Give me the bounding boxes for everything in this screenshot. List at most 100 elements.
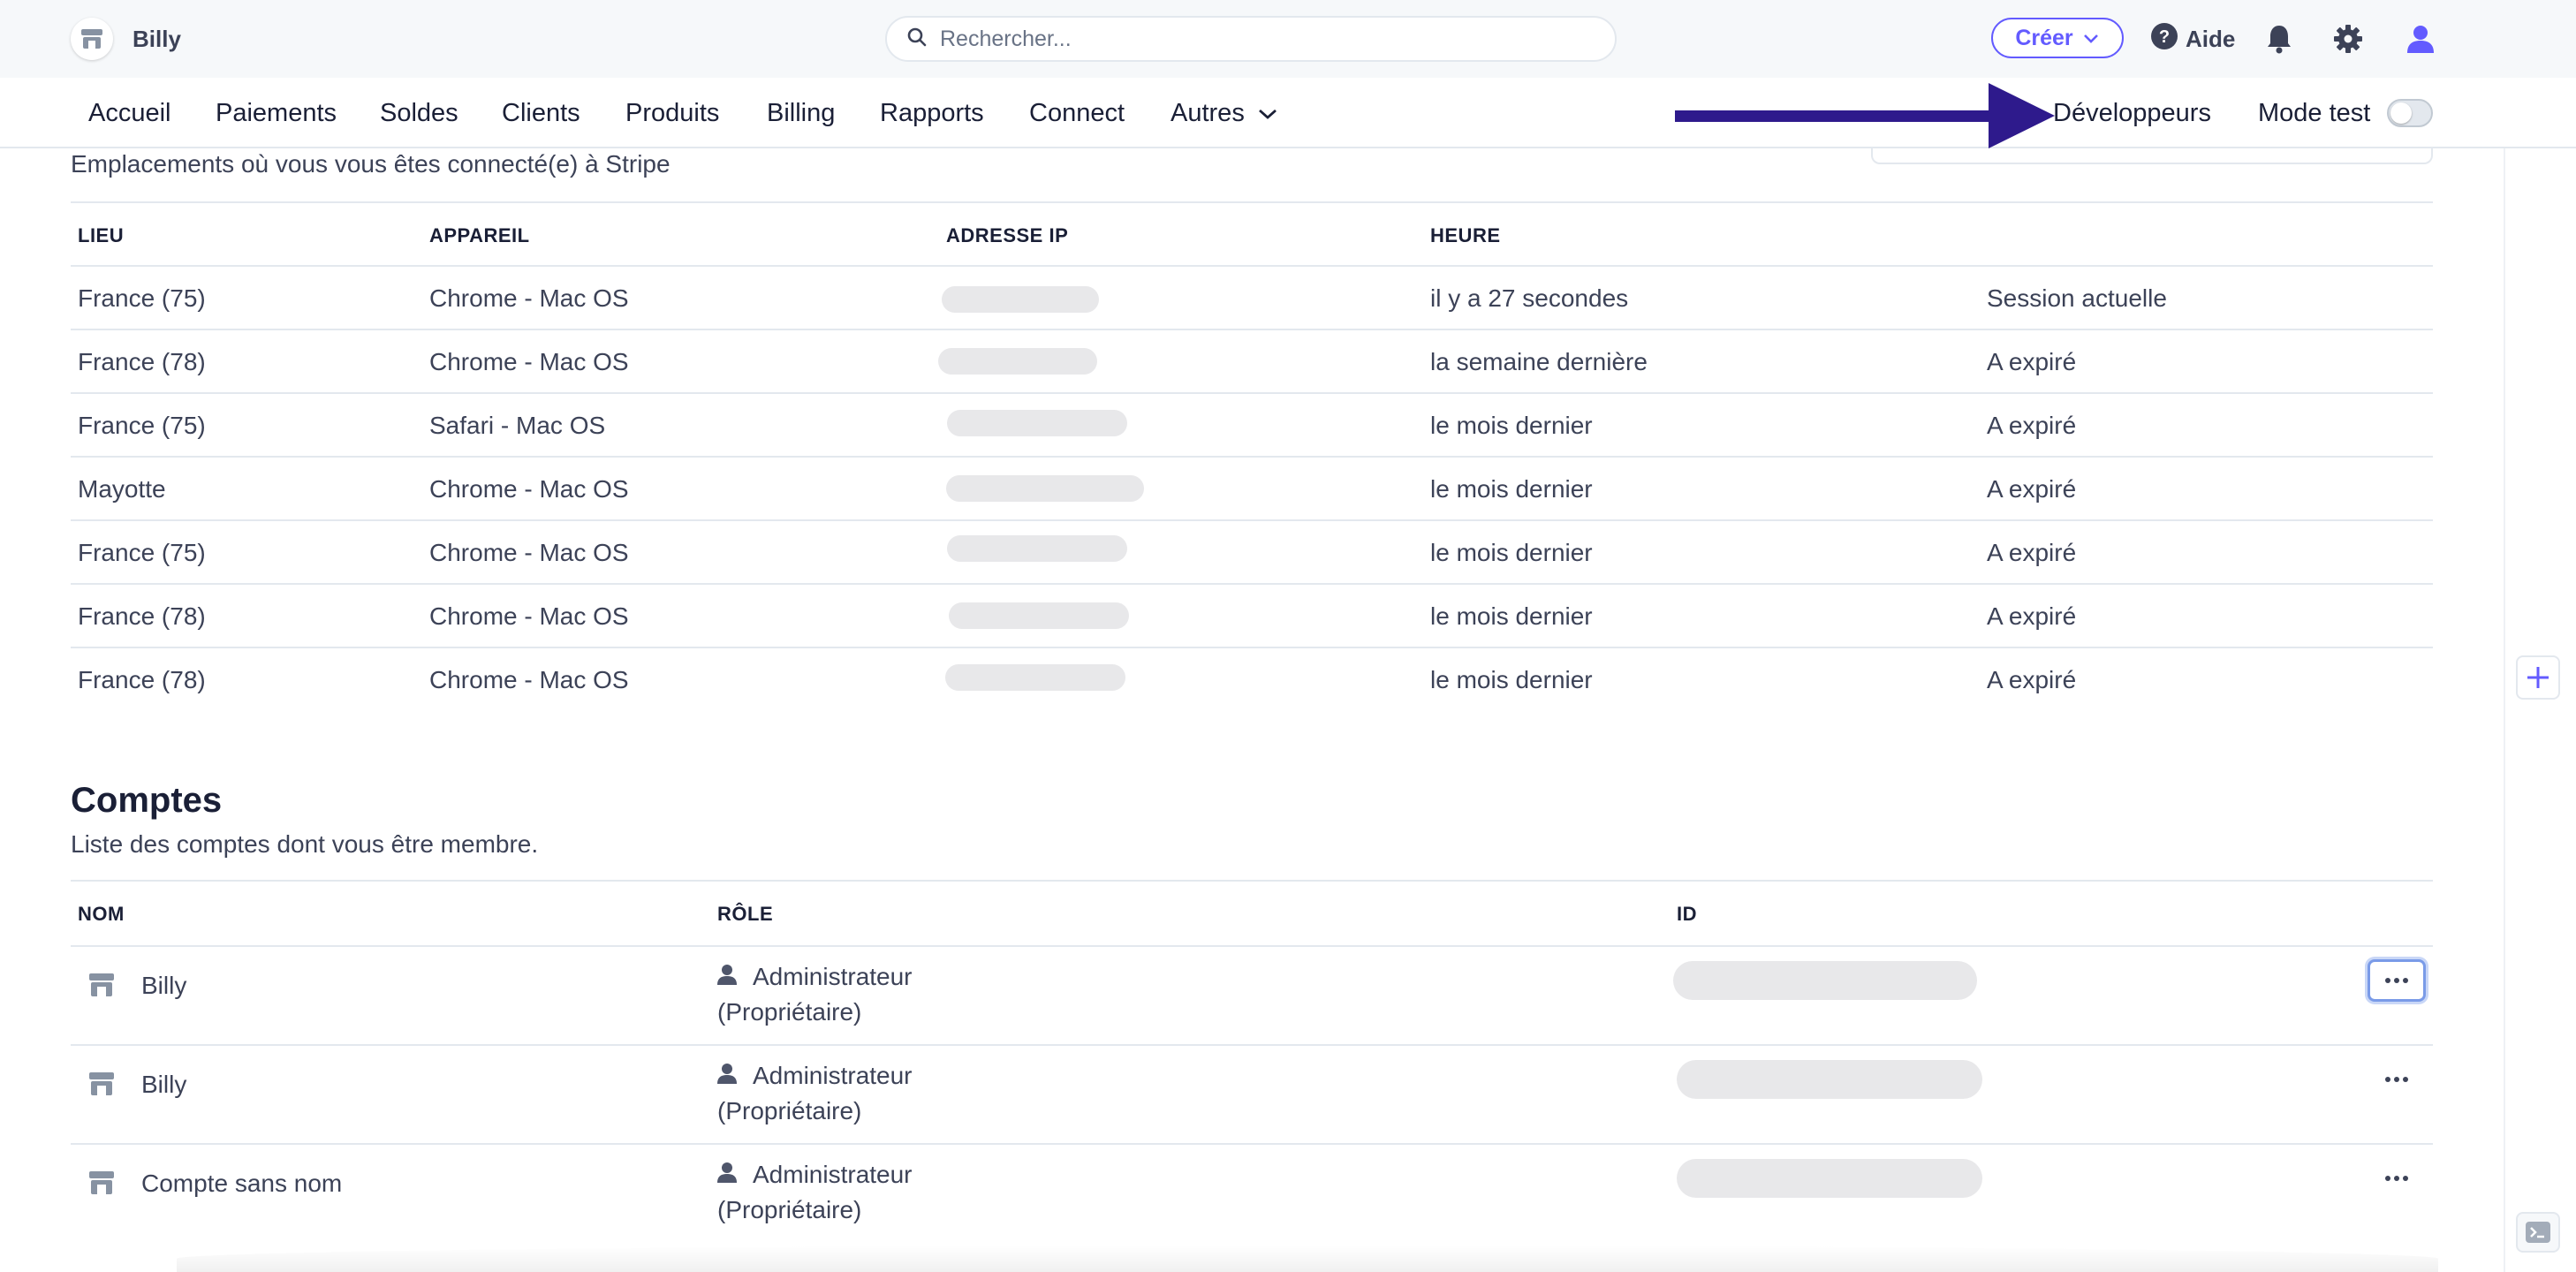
sessions-subtitle: Emplacements où vous vous êtes connecté(…: [71, 150, 671, 178]
role-owner: (Propriétaire): [717, 998, 862, 1026]
filter-input[interactable]: [1871, 148, 2433, 164]
session-appareil: Chrome - Mac OS: [429, 602, 629, 630]
table-divider: [71, 519, 2433, 521]
nav-item-autres[interactable]: Autres: [1171, 99, 1278, 128]
store-icon: [71, 18, 113, 60]
nav-item-soldes[interactable]: Soldes: [380, 99, 458, 128]
gear-icon[interactable]: [2330, 21, 2366, 57]
table-divider: [71, 265, 2433, 267]
session-heure: la semaine dernière: [1430, 348, 1648, 375]
column-header-lieu: LIEU: [78, 224, 125, 246]
table-divider: [71, 329, 2433, 330]
session-statut: A expiré: [1987, 475, 2077, 503]
redacted-id: [1673, 961, 1977, 1000]
redacted-ip: [938, 348, 1097, 375]
session-lieu: France (78): [78, 666, 206, 693]
account-switcher[interactable]: Billy: [71, 18, 181, 60]
role-label: Administrateur: [753, 963, 913, 990]
more-dots-icon: [2385, 1077, 2408, 1082]
accounts-title: Comptes: [71, 781, 223, 820]
nav-item-accueil[interactable]: Accueil: [88, 99, 171, 128]
redacted-id: [1677, 1060, 1982, 1099]
column-header-role: RÔLE: [717, 903, 774, 925]
svg-text:?: ?: [2159, 27, 2170, 47]
role-label: Administrateur: [753, 1062, 913, 1089]
chevron-down-icon: [2082, 26, 2100, 51]
role-owner: (Propriétaire): [717, 1196, 862, 1223]
redacted-ip: [942, 286, 1099, 313]
redacted-ip: [949, 602, 1129, 629]
session-lieu: France (75): [78, 284, 206, 312]
session-appareil: Chrome - Mac OS: [429, 539, 629, 566]
column-header-appareil: APPAREIL: [429, 224, 530, 246]
bell-icon[interactable]: [2262, 21, 2297, 57]
session-heure: le mois dernier: [1430, 412, 1593, 439]
nav-item-billing[interactable]: Billing: [767, 99, 835, 128]
nav-item-produits[interactable]: Produits: [625, 99, 719, 128]
create-button[interactable]: Créer: [1991, 18, 2124, 58]
session-statut: A expiré: [1987, 666, 2077, 693]
table-divider: [71, 392, 2433, 394]
session-lieu: France (75): [78, 412, 206, 439]
table-divider: [71, 583, 2433, 585]
account-name: Compte sans nom: [141, 1170, 343, 1197]
user-icon[interactable]: [2401, 19, 2440, 58]
session-appareil: Safari - Mac OS: [429, 412, 606, 439]
redacted-ip: [947, 535, 1127, 562]
session-lieu: France (78): [78, 348, 206, 375]
account-role: Administrateur (Propriétaire): [717, 1058, 913, 1129]
session-appareil: Chrome - Mac OS: [429, 348, 629, 375]
table-divider: [71, 456, 2433, 458]
top-bar: Billy Créer ? Aide: [0, 0, 2576, 78]
terminal-icon[interactable]: [2516, 1212, 2560, 1253]
chevron-down-icon: [1257, 99, 1278, 128]
search-icon: [906, 26, 928, 52]
column-header-nom: NOM: [78, 903, 125, 925]
redacted-id: [1677, 1159, 1982, 1198]
nav-item-autres-label: Autres: [1171, 99, 1245, 127]
more-actions-button[interactable]: [2368, 959, 2426, 1002]
account-role: Administrateur (Propriétaire): [717, 959, 913, 1030]
store-icon: [87, 970, 117, 1000]
plus-icon[interactable]: [2516, 655, 2560, 700]
role-label: Administrateur: [753, 1161, 913, 1188]
account-name: Billy: [141, 1071, 187, 1098]
session-lieu: Mayotte: [78, 475, 166, 503]
scroll-shadow: [177, 1246, 2438, 1272]
store-icon: [87, 1168, 117, 1198]
help-button[interactable]: ? Aide: [2150, 21, 2235, 57]
search-input[interactable]: [940, 26, 1558, 52]
table-divider: [71, 880, 2433, 882]
person-icon: [717, 959, 737, 995]
account-name: Billy: [133, 25, 181, 52]
nav-item-clients[interactable]: Clients: [502, 99, 580, 128]
nav-item-paiements[interactable]: Paiements: [216, 99, 337, 128]
table-divider: [71, 647, 2433, 648]
annotation-arrow-icon: [1675, 83, 2055, 148]
column-header-adresse-ip: ADRESSE IP: [946, 224, 1069, 246]
account-role: Administrateur (Propriétaire): [717, 1157, 913, 1228]
more-actions-button[interactable]: [2368, 1157, 2426, 1200]
session-heure: le mois dernier: [1430, 475, 1593, 503]
table-divider: [71, 1143, 2433, 1145]
right-rail: [2504, 148, 2576, 1272]
session-heure: le mois dernier: [1430, 602, 1593, 630]
help-icon: ?: [2150, 22, 2178, 57]
session-appareil: Chrome - Mac OS: [429, 666, 629, 693]
role-owner: (Propriétaire): [717, 1097, 862, 1124]
more-actions-button[interactable]: [2368, 1058, 2426, 1101]
more-dots-icon: [2385, 978, 2408, 983]
redacted-ip: [947, 410, 1127, 436]
test-mode-toggle[interactable]: [2387, 99, 2433, 127]
session-statut: A expiré: [1987, 539, 2077, 566]
nav-item-developpeurs[interactable]: Développeurs: [2053, 99, 2211, 128]
accounts-subtitle: Liste des comptes dont vous être membre.: [71, 830, 539, 858]
session-heure: le mois dernier: [1430, 539, 1593, 566]
search-bar[interactable]: [885, 16, 1617, 62]
nav-item-connect[interactable]: Connect: [1029, 99, 1125, 128]
person-icon: [717, 1058, 737, 1094]
person-icon: [717, 1157, 737, 1192]
nav-item-rapports[interactable]: Rapports: [880, 99, 984, 128]
table-divider: [71, 945, 2433, 947]
create-label: Créer: [2015, 25, 2073, 50]
